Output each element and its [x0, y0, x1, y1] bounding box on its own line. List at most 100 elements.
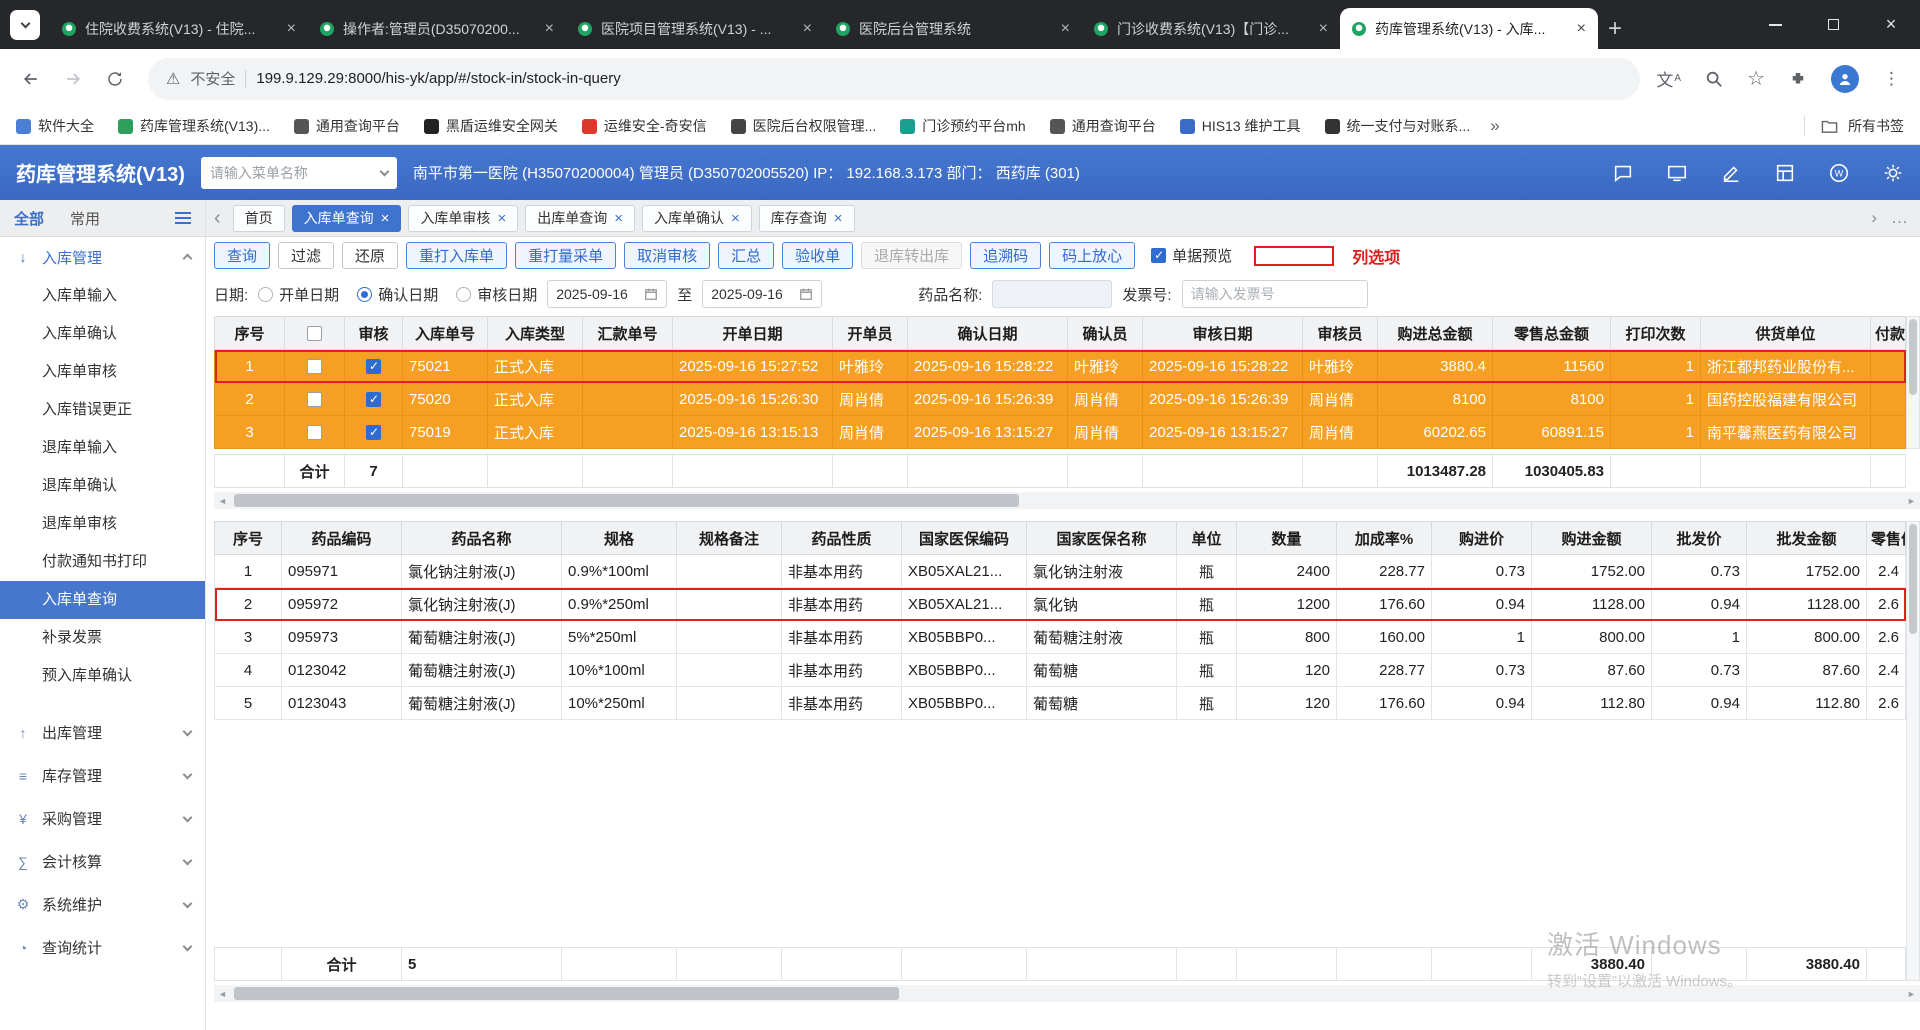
bookmark-item[interactable]: 药库管理系统(V13)...	[118, 116, 270, 136]
bookmarks-overflow-icon[interactable]: »	[1490, 116, 1499, 136]
menu-search-box[interactable]	[200, 156, 397, 189]
row-audit-checkbox[interactable]	[366, 392, 381, 408]
minimize-button[interactable]	[1746, 0, 1804, 49]
table-row[interactable]: 1 095971 氯化钠注射液(J) 0.9%*100ml 非基本用药 XB05…	[214, 554, 1906, 588]
table-row[interactable]: 1 75021 正式入库 2025-09-16 15:27:52 叶雅玲 202…	[214, 349, 1906, 383]
workspace-tab[interactable]: 首页	[232, 204, 285, 232]
settings-gear-icon[interactable]	[1882, 162, 1904, 184]
star-icon[interactable]: ☆	[1747, 66, 1765, 91]
filter-common-tab[interactable]: 常用	[70, 208, 100, 229]
security-warning-icon[interactable]: ⚠	[166, 69, 180, 89]
workspace-tab[interactable]: 出库单查询 ×	[525, 204, 635, 232]
master-horizontal-scrollbar[interactable]: ◄ ►	[214, 492, 1920, 509]
workspace-tab-close-icon[interactable]: ×	[731, 210, 740, 227]
row-audit-checkbox[interactable]	[366, 425, 381, 441]
tab-close-icon[interactable]: ×	[545, 20, 554, 38]
row-audit-checkbox[interactable]	[366, 359, 381, 375]
row-select-checkbox[interactable]	[307, 359, 322, 375]
browser-tab[interactable]: 药库管理系统(V13) - 入库... ×	[1340, 8, 1598, 49]
scrollbar-thumb[interactable]	[234, 494, 1019, 507]
translate-icon[interactable]: 文A	[1656, 66, 1681, 91]
bookmark-item[interactable]: 统一支付与对账系...	[1324, 116, 1470, 136]
bookmark-item[interactable]: 通用查询平台	[293, 116, 400, 136]
detail-vertical-scrollbar[interactable]	[1906, 521, 1920, 981]
master-vertical-scrollbar[interactable]	[1906, 316, 1920, 449]
toolbar-button[interactable]: 验收单	[782, 242, 854, 269]
bookmark-item[interactable]: 医院后台权限管理...	[730, 116, 876, 136]
toolbar-button[interactable]: 退库转出库	[861, 242, 963, 269]
sidebar-item[interactable]: 入库单确认	[0, 315, 205, 353]
workspace-tab[interactable]: 入库单查询 ×	[291, 204, 402, 232]
browser-tab[interactable]: 操作者:管理员(D35070200... ×	[308, 8, 566, 49]
scroll-right-arrow-icon[interactable]: ►	[1903, 492, 1920, 509]
tab-scroll-left-icon[interactable]: ‹	[206, 207, 229, 230]
filter-all-tab[interactable]: 全部	[14, 208, 44, 229]
sidebar-section[interactable]: ¥ 采购管理	[0, 797, 205, 840]
browser-tab[interactable]: 住院收费系统(V13) - 住院... ×	[50, 8, 308, 49]
browser-tab[interactable]: 门诊收费系统(V13)【门诊... ×	[1082, 8, 1340, 49]
date-type-radio[interactable]: 确认日期	[357, 284, 438, 305]
date-to-input[interactable]: 2025-09-16	[702, 280, 823, 308]
sidebar-item[interactable]: 退库单确认	[0, 467, 205, 505]
sidebar-item[interactable]: 补录发票	[0, 619, 205, 657]
table-row[interactable]: 4 0123042 葡萄糖注射液(J) 10%*100ml 非基本用药 XB05…	[214, 653, 1906, 687]
sidebar-item[interactable]: 退库单审核	[0, 505, 205, 543]
table-row[interactable]: 5 0123043 葡萄糖注射液(J) 10%*250ml 非基本用药 XB05…	[214, 686, 1906, 720]
tab-close-icon[interactable]: ×	[1061, 20, 1070, 38]
bookmark-item[interactable]: 门诊预约平台mh	[900, 116, 1026, 136]
workspace-tab-close-icon[interactable]: ×	[381, 210, 390, 227]
date-type-radio[interactable]: 审核日期	[456, 284, 537, 305]
new-tab-button[interactable]: +	[1608, 17, 1622, 41]
refresh-button[interactable]	[98, 62, 132, 96]
sidebar-section-stock-in[interactable]: ↓ 入库管理	[0, 237, 205, 277]
scrollbar-thumb[interactable]	[1909, 524, 1917, 634]
sidebar-section[interactable]: ≡ 库存管理	[0, 754, 205, 797]
scrollbar-thumb[interactable]	[1909, 319, 1917, 395]
scroll-left-arrow-icon[interactable]: ◄	[214, 985, 231, 1002]
sidebar-item[interactable]: 退库单输入	[0, 429, 205, 467]
bookmark-item[interactable]: HIS13 维护工具	[1179, 116, 1301, 136]
all-bookmarks-button[interactable]: 所有书签	[1804, 116, 1904, 136]
table-row[interactable]: 3 75019 正式入库 2025-09-16 13:15:13 周肖倩 202…	[214, 415, 1906, 449]
date-from-input[interactable]: 2025-09-16	[547, 280, 668, 308]
maximize-button[interactable]	[1804, 0, 1862, 49]
zoom-icon[interactable]	[1705, 70, 1723, 88]
forward-button[interactable]	[56, 62, 90, 96]
drug-name-input[interactable]	[992, 280, 1113, 308]
table-row[interactable]: 2 75020 正式入库 2025-09-16 15:26:30 周肖倩 202…	[214, 382, 1906, 416]
browser-tab[interactable]: 医院后台管理系统 ×	[824, 8, 1082, 49]
tab-close-icon[interactable]: ×	[1577, 20, 1586, 38]
select-all-checkbox[interactable]	[307, 326, 322, 342]
sidebar-item[interactable]: 入库单审核	[0, 353, 205, 391]
close-window-button[interactable]: ×	[1862, 0, 1920, 49]
row-select-checkbox[interactable]	[307, 392, 322, 408]
radio-icon[interactable]	[456, 286, 472, 302]
profile-avatar[interactable]	[1831, 64, 1859, 93]
back-button[interactable]	[14, 62, 48, 96]
toolbar-button[interactable]: 过滤	[278, 242, 335, 269]
scrollbar-thumb[interactable]	[234, 987, 900, 1000]
toolbar-button[interactable]: 取消审核	[624, 242, 711, 269]
toolbar-button[interactable]: 汇总	[718, 242, 775, 269]
sidebar-section[interactable]: ∑ 会计核算	[0, 840, 205, 883]
extensions-icon[interactable]	[1789, 70, 1807, 88]
workspace-tab[interactable]: 入库单审核 ×	[408, 204, 519, 232]
invoice-input[interactable]	[1181, 280, 1368, 308]
radio-icon[interactable]	[258, 286, 274, 302]
scroll-left-arrow-icon[interactable]: ◄	[214, 492, 231, 509]
preview-checkbox-box[interactable]	[1151, 248, 1167, 263]
address-bar[interactable]: ⚠ 不安全 199.9.129.29:8000/his-yk/app/#/sto…	[148, 57, 1641, 100]
sidebar-section[interactable]: ⚙ 系统维护	[0, 883, 205, 926]
sidebar-item[interactable]: 入库单输入	[0, 277, 205, 315]
toolbar-button[interactable]: 还原	[342, 242, 399, 269]
workspace-tab-close-icon[interactable]: ×	[497, 210, 506, 227]
tab-close-icon[interactable]: ×	[1319, 20, 1328, 38]
menu-dots-icon[interactable]: ⋮	[1883, 69, 1900, 89]
bookmark-item[interactable]: 运维安全-奇安信	[581, 116, 707, 136]
bookmark-item[interactable]: 通用查询平台	[1049, 116, 1156, 136]
signature-icon[interactable]	[1720, 162, 1742, 184]
table-row[interactable]: 2 095972 氯化钠注射液(J) 0.9%*250ml 非基本用药 XB05…	[214, 587, 1906, 621]
sidebar-item[interactable]: 预入库单确认	[0, 657, 205, 695]
detail-horizontal-scrollbar[interactable]: ◄ ►	[214, 985, 1920, 1002]
menu-search-input[interactable]	[209, 164, 375, 181]
